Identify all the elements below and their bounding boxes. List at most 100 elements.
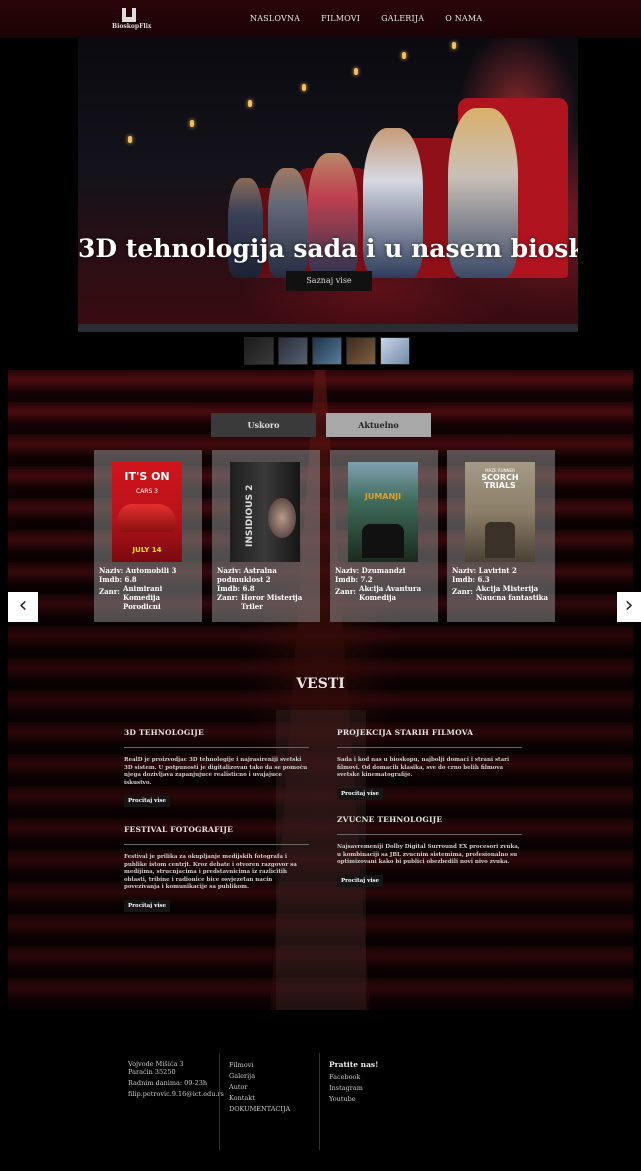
ceiling-light: [452, 42, 456, 49]
ceiling-light: [128, 136, 132, 143]
hero-slide: 3D tehnologija sada i u nasem bioskopu! …: [78, 38, 578, 330]
logo-text: BioskopFlix: [112, 23, 152, 30]
news-item: 3D TEHNOLOGIJE RealD je proizvodjac 3D t…: [124, 728, 309, 807]
news-title: ZVUCNE TEHNOLOGIJE: [337, 815, 443, 824]
tab-aktuelno[interactable]: Aktuelno: [326, 413, 431, 437]
movie-imdb-row: Imdb: 6.8: [99, 575, 137, 584]
nav-naslovna[interactable]: NASLOVNA: [250, 14, 300, 23]
news-item: ZVUCNE TEHNOLOGIJE Najsavremeniji Dolby …: [337, 815, 522, 887]
footer-divider: [319, 1053, 320, 1150]
movie-imdb-row: Imdb: 6.3: [452, 575, 490, 584]
movie-name: Dzumandzi: [361, 566, 406, 575]
movie-info: Naziv: Automobili 3 Imdb: 6.8 Zanr: Animi…: [99, 566, 199, 611]
news-item: PROJEKCIJA STARIH FILMOVA Sada i kod nas…: [337, 728, 522, 800]
poster-title: IT'S ON: [124, 470, 170, 483]
footer-email[interactable]: filip.petrovic.9.16@ict.edu.rs: [128, 1090, 224, 1098]
poster-title: JUMANJI: [364, 492, 402, 501]
movie-card[interactable]: IT'S ON CARS 3 JULY 14 Naziv: Automobili…: [94, 450, 202, 622]
movie-info: Naziv: Dzumandzi Imdb: 7.2 Zanr: Akcija A…: [335, 566, 435, 602]
footer-link-dokumentacija[interactable]: DOKUMENTACIJA: [229, 1105, 290, 1113]
poster-date: JULY 14: [132, 546, 162, 554]
site-logo[interactable]: BioskopFlix: [112, 8, 152, 32]
nav-galerija[interactable]: GALERIJA: [381, 14, 424, 23]
read-more-button[interactable]: Procitaj vise: [337, 874, 384, 887]
carousel-next-button[interactable]: ›: [617, 592, 641, 622]
news-text: Sada i kod nas u bioskopu, najbolji doma…: [337, 757, 510, 778]
movie-name: Automobili 3: [125, 566, 177, 575]
hero-thumbnail[interactable]: [278, 337, 308, 365]
news-section-title: VESTI: [296, 676, 345, 692]
footer-link-autor[interactable]: Autor: [229, 1083, 290, 1091]
news-divider: [124, 747, 309, 748]
poster-figures: [485, 522, 515, 558]
movie-genre: Horor Misterija Triler: [241, 593, 303, 611]
movie-name-row: Naziv: Lavirint 2: [452, 566, 517, 575]
movie-info: Naziv: Astralna podmuklost 2 Imdb: 6.8 Z…: [217, 566, 317, 611]
main-nav: NASLOVNA FILMOVI GALERIJA O NAMA: [250, 14, 482, 23]
news-text: Festival je prilika za okupljanje medijs…: [124, 854, 297, 890]
footer-link-facebook[interactable]: Facebook: [329, 1073, 378, 1081]
tab-uskoro[interactable]: Uskoro: [211, 413, 316, 437]
news-text: Najsavremeniji Dolby Digital Surround EX…: [337, 844, 520, 865]
movie-genre: Animirani Komedija Porodicni: [123, 584, 163, 611]
poster-face: [268, 498, 296, 538]
movie-card[interactable]: INSIDIOUS 2 Naziv: Astralna podmuklost 2…: [212, 450, 320, 622]
hero-thumbnail[interactable]: [346, 337, 376, 365]
movie-genre-row: Zanr: Akcija Avantura Komedija: [335, 584, 435, 602]
news-text: RealD je proizvodjac 3D tehnologije i na…: [124, 757, 308, 786]
footer-link-instagram[interactable]: Instagram: [329, 1084, 378, 1092]
hero-title: 3D tehnologija sada i u nasem bioskopu!: [78, 234, 578, 263]
site-footer: [8, 1010, 633, 1171]
poster-figures: [362, 524, 404, 558]
movie-imdb: 6.3: [477, 575, 490, 584]
footer-link-filmovi[interactable]: Filmovi: [229, 1061, 290, 1069]
news-divider: [337, 747, 522, 748]
movie-imdb: 7.2: [360, 575, 373, 584]
read-more-button[interactable]: Procitaj vise: [124, 795, 171, 807]
hero-thumbnails: [244, 337, 410, 365]
nav-o-nama[interactable]: O NAMA: [445, 14, 482, 23]
footer-link-youtube[interactable]: Youtube: [329, 1095, 378, 1103]
movie-name-row: Naziv: Dzumandzi: [335, 566, 406, 575]
movie-imdb-row: Imdb: 7.2: [335, 575, 373, 584]
site-header: BioskopFlix NASLOVNA FILMOVI GALERIJA O …: [0, 0, 641, 38]
footer-social: Pratite nas! Facebook Instagram Youtube: [329, 1061, 378, 1106]
hero-thumbnail[interactable]: [312, 337, 342, 365]
hero-bottom-strip: [78, 324, 578, 332]
movie-card[interactable]: JUMANJI Naziv: Dzumandzi Imdb: 7.2 Zanr:…: [330, 450, 438, 622]
ceiling-light: [402, 52, 406, 59]
chevron-left-icon: ‹: [18, 593, 28, 618]
carousel-prev-button[interactable]: ‹: [8, 592, 38, 622]
footer-link-galerija[interactable]: Galerija: [229, 1072, 290, 1080]
footer-social-title: Pratite nas!: [329, 1060, 379, 1069]
footer-hours: Radnim danima: 09-23h: [128, 1079, 208, 1087]
poster-car: [118, 504, 176, 532]
hero-thumbnail[interactable]: [244, 337, 274, 365]
footer-divider: [219, 1053, 220, 1150]
footer-address-line: Vojvode Mišića 3: [128, 1060, 184, 1068]
hero-thumbnail[interactable]: [380, 337, 410, 365]
footer-links: Filmovi Galerija Autor Kontakt DOKUMENTA…: [229, 1061, 290, 1116]
ceiling-light: [190, 120, 194, 127]
news-title: 3D TEHNOLOGIJE: [124, 728, 204, 737]
read-more-button[interactable]: Procitaj vise: [337, 787, 384, 800]
footer-contact: Vojvode Mišića 3 Paraćin 35250 Radnim da…: [128, 1060, 224, 1098]
nav-filmovi[interactable]: FILMOVI: [321, 14, 360, 23]
read-more-button[interactable]: Procitaj vise: [124, 899, 171, 912]
movie-card[interactable]: MAZE RUNNER SCORCH TRIALS Naziv: Lavirin…: [447, 450, 555, 622]
movie-imdb: 6.8: [124, 575, 137, 584]
chevron-right-icon: ›: [624, 593, 634, 618]
movie-genre: Akcija Misterija Naucna fantastika: [476, 584, 548, 602]
news-title: FESTIVAL FOTOGRAFIJE: [124, 825, 234, 834]
movie-carousel: IT'S ON CARS 3 JULY 14 Naziv: Automobili…: [94, 450, 555, 622]
movie-genre-row: Zanr: Horor Misterija Triler: [217, 593, 317, 611]
footer-link-kontakt[interactable]: Kontakt: [229, 1094, 290, 1102]
movie-info: Naziv: Lavirint 2 Imdb: 6.3 Zanr: Akcija …: [452, 566, 552, 602]
movie-poster: IT'S ON CARS 3 JULY 14: [112, 462, 182, 562]
news-title: PROJEKCIJA STARIH FILMOVA: [337, 728, 474, 737]
ceiling-light: [302, 84, 306, 91]
learn-more-button[interactable]: Saznaj vise: [286, 271, 372, 291]
movie-genre-row: Zanr: Animirani Komedija Porodicni: [99, 584, 199, 611]
news-divider: [337, 834, 522, 835]
poster-title: SCORCH TRIALS: [481, 473, 519, 490]
